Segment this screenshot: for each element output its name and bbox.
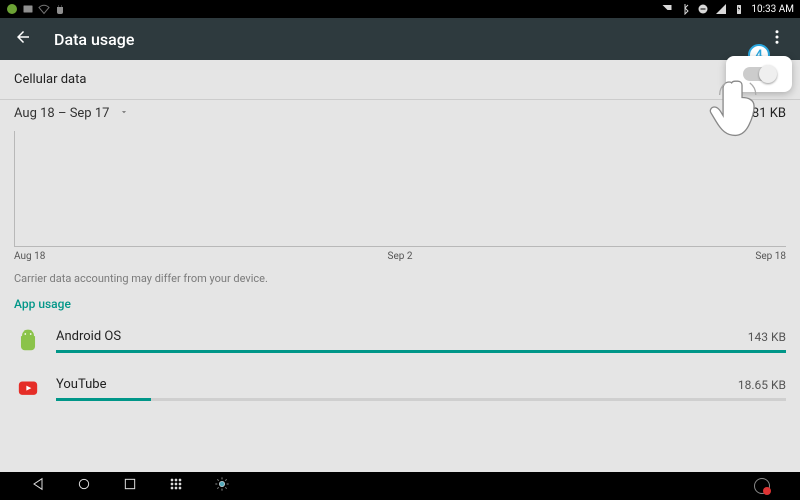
- youtube-icon: [14, 375, 42, 403]
- back-button[interactable]: [14, 28, 32, 50]
- chevron-down-icon: [119, 106, 129, 121]
- usage-bar-fill: [56, 350, 786, 353]
- content-area: Cellular data Aug 18 – Sep 17 181 KB Aug…: [0, 60, 800, 472]
- period-selector[interactable]: Aug 18 – Sep 17 181 KB: [0, 100, 800, 131]
- bluetooth-icon: [679, 3, 691, 15]
- app-size: 18.65 KB: [738, 378, 786, 392]
- app-size: 143 KB: [748, 330, 786, 344]
- app-row[interactable]: YouTube 18.65 KB: [0, 367, 800, 407]
- hand-pointer-icon: [708, 76, 764, 138]
- nav-notification-icon[interactable]: [754, 478, 770, 494]
- cast-icon: [661, 3, 673, 15]
- android-icon: [14, 327, 42, 355]
- period-label: Aug 18 – Sep 17: [14, 106, 109, 121]
- nav-home-button[interactable]: [76, 476, 92, 496]
- usage-bar-fill: [56, 398, 151, 401]
- cellular-data-label: Cellular data: [14, 72, 86, 87]
- dnd-icon: [697, 3, 709, 15]
- usage-bar: [56, 350, 786, 353]
- navigation-bar: [0, 472, 800, 500]
- adb-icon: [54, 3, 66, 15]
- usage-bar: [56, 398, 786, 401]
- status-bar: 10:33 AM: [0, 0, 800, 18]
- usage-chart[interactable]: [14, 131, 786, 247]
- battery-charging-icon: [733, 3, 745, 15]
- screenshot-icon: [22, 3, 34, 15]
- section-app-usage: App usage: [0, 291, 800, 319]
- overflow-menu-button[interactable]: [768, 28, 786, 50]
- signal-icon: [715, 3, 727, 15]
- app-name: YouTube: [56, 377, 107, 392]
- chart-x-mid: Sep 2: [388, 251, 413, 262]
- cellular-data-row[interactable]: Cellular data: [0, 60, 800, 99]
- app-row[interactable]: Android OS 143 KB: [0, 319, 800, 359]
- notif-icon: [6, 3, 18, 15]
- app-bar: Data usage: [0, 18, 800, 60]
- carrier-note: Carrier data accounting may differ from …: [0, 262, 800, 291]
- chart-x-labels: Aug 18 Sep 2 Sep 18: [14, 251, 786, 262]
- wifi-off-icon: [38, 3, 50, 15]
- chart-x-end: Sep 18: [755, 251, 786, 262]
- chart-x-start: Aug 18: [14, 251, 45, 262]
- app-name: Android OS: [56, 329, 121, 344]
- page-title: Data usage: [54, 30, 134, 49]
- nav-recent-button[interactable]: [122, 476, 138, 496]
- nav-settings-shortcut[interactable]: [214, 476, 230, 496]
- nav-apps-button[interactable]: [168, 476, 184, 496]
- nav-back-button[interactable]: [30, 476, 46, 496]
- status-time: 10:33 AM: [751, 4, 794, 15]
